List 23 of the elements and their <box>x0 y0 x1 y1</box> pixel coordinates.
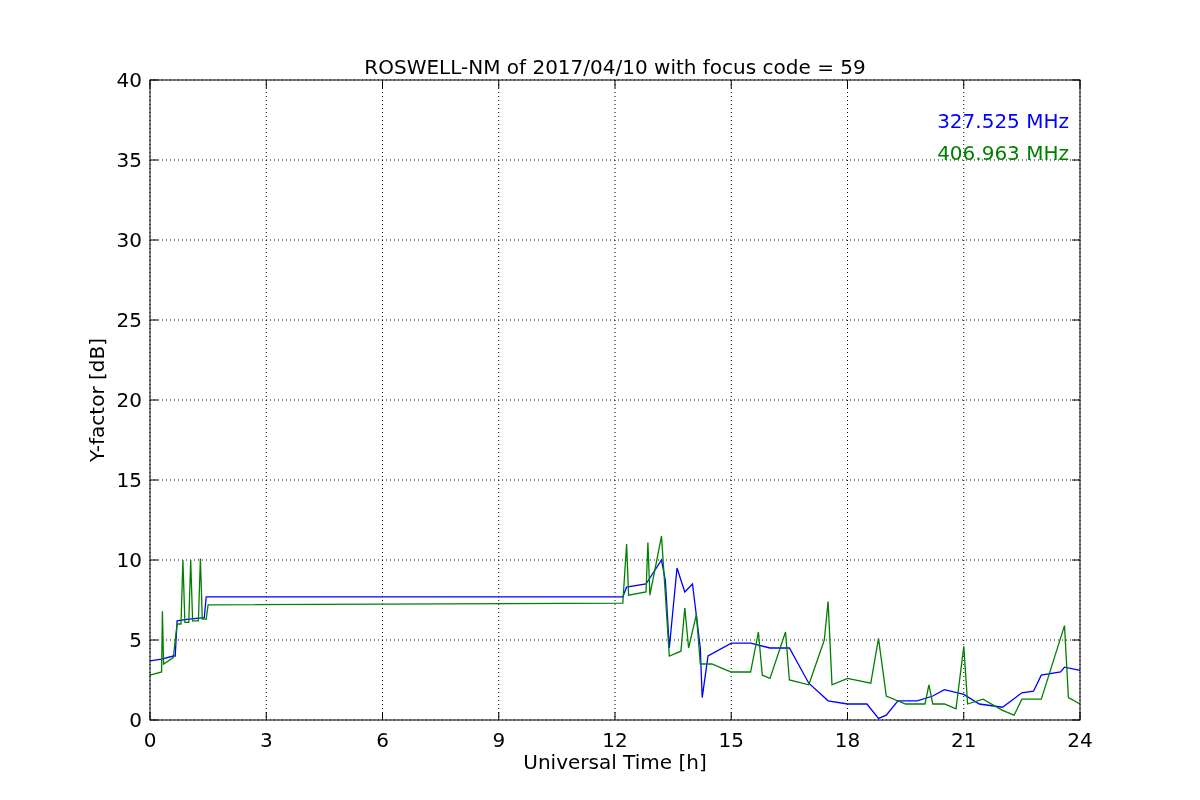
y-tick-label: 10 <box>116 548 142 572</box>
x-tick-label: 3 <box>259 728 273 752</box>
y-tick-label: 5 <box>129 628 142 652</box>
x-tick-label: 6 <box>376 728 389 752</box>
y-tick-label: 20 <box>116 388 142 412</box>
y-tick-label: 0 <box>129 708 142 732</box>
y-tick-label: 25 <box>116 308 142 332</box>
y-tick-label: 15 <box>116 468 142 492</box>
y-tick-label: 30 <box>116 228 142 252</box>
y-tick-label: 40 <box>116 68 142 92</box>
legend-label: 327.525 MHz <box>937 109 1069 133</box>
x-tick-label: 18 <box>834 728 861 752</box>
x-tick-label: 15 <box>718 728 744 752</box>
y-tick-label: 35 <box>116 148 142 172</box>
x-tick-label: 24 <box>1067 728 1093 752</box>
x-tick-label: 12 <box>602 728 628 752</box>
x-axis-label: Universal Time [h] <box>523 750 707 774</box>
x-tick-label: 21 <box>951 728 977 752</box>
chart-title: ROSWELL-NM of 2017/04/10 with focus code = 59 <box>364 55 866 79</box>
x-tick-label: 9 <box>492 728 506 752</box>
legend-label: 406.963 MHz <box>937 141 1069 165</box>
x-tick-label: 0 <box>143 728 157 752</box>
y-axis-label: Y-factor [dB] <box>85 338 109 462</box>
